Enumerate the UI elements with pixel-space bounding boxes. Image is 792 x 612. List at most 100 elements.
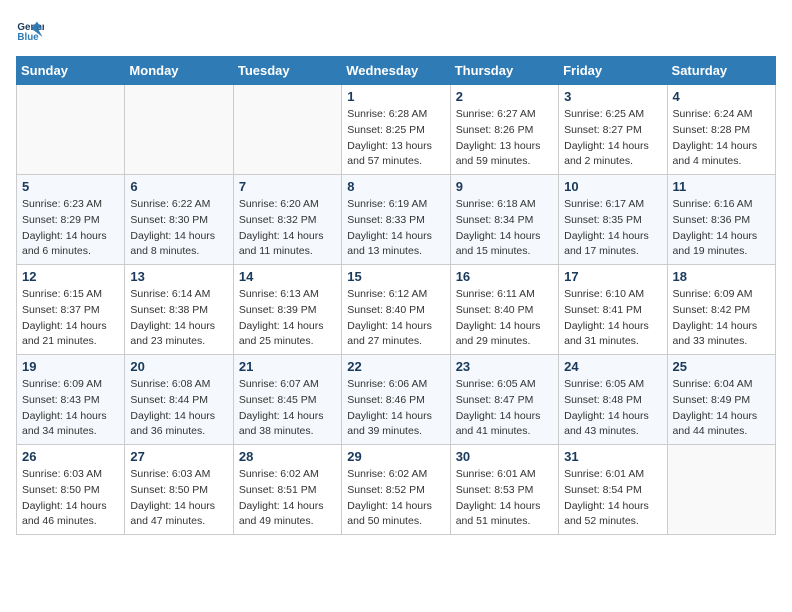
day-number: 17 xyxy=(564,269,661,284)
day-of-week-header: Monday xyxy=(125,57,233,85)
calendar-cell: 17 Sunrise: 6:10 AMSunset: 8:41 PMDayligh… xyxy=(559,265,667,355)
calendar-cell: 11Sunrise: 6:16 AMSunset: 8:36 PMDayligh… xyxy=(667,175,775,265)
page-header: General Blue xyxy=(16,16,776,44)
calendar-cell: 23 Sunrise: 6:05 AMSunset: 8:47 PMDayligh… xyxy=(450,355,558,445)
day-info: Sunrise: 6:05 AMSunset: 8:47 PMDaylight:… xyxy=(456,377,553,440)
day-info: Sunrise: 6:08 AMSunset: 8:44 PMDaylight:… xyxy=(130,377,227,440)
day-number: 16 xyxy=(456,269,553,284)
day-number: 23 xyxy=(456,359,553,374)
day-info: Sunrise: 6:09 AMSunset: 8:43 PMDaylight:… xyxy=(22,377,119,440)
day-number: 25 xyxy=(673,359,770,374)
day-info: Sunrise: 6:11 AMSunset: 8:40 PMDaylight:… xyxy=(456,287,553,350)
day-of-week-header: Saturday xyxy=(667,57,775,85)
day-info: Sunrise: 6:13 AMSunset: 8:39 PMDaylight:… xyxy=(239,287,336,350)
calendar-cell: 8 Sunrise: 6:19 AMSunset: 8:33 PMDaylight… xyxy=(342,175,450,265)
logo: General Blue xyxy=(16,16,44,44)
calendar-cell: 25 Sunrise: 6:04 AMSunset: 8:49 PMDayligh… xyxy=(667,355,775,445)
calendar-table: SundayMondayTuesdayWednesdayThursdayFrid… xyxy=(16,56,776,535)
day-number: 28 xyxy=(239,449,336,464)
day-info: Sunrise: 6:22 AMSunset: 8:30 PMDaylight:… xyxy=(130,197,227,260)
day-info: Sunrise: 6:01 AMSunset: 8:54 PMDaylight:… xyxy=(564,467,661,530)
day-info: Sunrise: 6:09 AMSunset: 8:42 PMDaylight:… xyxy=(673,287,770,350)
day-number: 20 xyxy=(130,359,227,374)
day-number: 2 xyxy=(456,89,553,104)
calendar-cell: 9 Sunrise: 6:18 AMSunset: 8:34 PMDaylight… xyxy=(450,175,558,265)
day-number: 29 xyxy=(347,449,444,464)
day-number: 27 xyxy=(130,449,227,464)
calendar-cell xyxy=(125,85,233,175)
day-info: Sunrise: 6:25 AMSunset: 8:27 PMDaylight:… xyxy=(564,107,661,170)
day-of-week-header: Sunday xyxy=(17,57,125,85)
day-info: Sunrise: 6:07 AMSunset: 8:45 PMDaylight:… xyxy=(239,377,336,440)
day-info: Sunrise: 6:17 AMSunset: 8:35 PMDaylight:… xyxy=(564,197,661,260)
calendar-cell: 26 Sunrise: 6:03 AMSunset: 8:50 PMDayligh… xyxy=(17,445,125,535)
day-number: 22 xyxy=(347,359,444,374)
day-info: Sunrise: 6:01 AMSunset: 8:53 PMDaylight:… xyxy=(456,467,553,530)
day-number: 3 xyxy=(564,89,661,104)
day-number: 10 xyxy=(564,179,661,194)
svg-text:Blue: Blue xyxy=(17,32,39,43)
day-number: 18 xyxy=(673,269,770,284)
day-info: Sunrise: 6:04 AMSunset: 8:49 PMDaylight:… xyxy=(673,377,770,440)
day-info: Sunrise: 6:02 AMSunset: 8:52 PMDaylight:… xyxy=(347,467,444,530)
calendar-cell xyxy=(17,85,125,175)
day-number: 12 xyxy=(22,269,119,284)
calendar-week-row: 19 Sunrise: 6:09 AMSunset: 8:43 PMDayligh… xyxy=(17,355,776,445)
day-number: 19 xyxy=(22,359,119,374)
day-number: 1 xyxy=(347,89,444,104)
day-info: Sunrise: 6:27 AMSunset: 8:26 PMDaylight:… xyxy=(456,107,553,170)
day-number: 4 xyxy=(673,89,770,104)
day-info: Sunrise: 6:16 AMSunset: 8:36 PMDaylight:… xyxy=(673,197,770,260)
day-info: Sunrise: 6:15 AMSunset: 8:37 PMDaylight:… xyxy=(22,287,119,350)
day-info: Sunrise: 6:24 AMSunset: 8:28 PMDaylight:… xyxy=(673,107,770,170)
calendar-cell: 6 Sunrise: 6:22 AMSunset: 8:30 PMDaylight… xyxy=(125,175,233,265)
calendar-week-row: 5 Sunrise: 6:23 AMSunset: 8:29 PMDaylight… xyxy=(17,175,776,265)
calendar-header-row: SundayMondayTuesdayWednesdayThursdayFrid… xyxy=(17,57,776,85)
calendar-cell: 16 Sunrise: 6:11 AMSunset: 8:40 PMDayligh… xyxy=(450,265,558,355)
calendar-cell xyxy=(233,85,341,175)
day-number: 30 xyxy=(456,449,553,464)
day-info: Sunrise: 6:28 AMSunset: 8:25 PMDaylight:… xyxy=(347,107,444,170)
day-number: 9 xyxy=(456,179,553,194)
calendar-cell: 18 Sunrise: 6:09 AMSunset: 8:42 PMDayligh… xyxy=(667,265,775,355)
day-number: 8 xyxy=(347,179,444,194)
day-number: 5 xyxy=(22,179,119,194)
day-info: Sunrise: 6:03 AMSunset: 8:50 PMDaylight:… xyxy=(22,467,119,530)
day-number: 6 xyxy=(130,179,227,194)
day-info: Sunrise: 6:12 AMSunset: 8:40 PMDaylight:… xyxy=(347,287,444,350)
calendar-cell: 12 Sunrise: 6:15 AMSunset: 8:37 PMDayligh… xyxy=(17,265,125,355)
day-info: Sunrise: 6:05 AMSunset: 8:48 PMDaylight:… xyxy=(564,377,661,440)
day-number: 13 xyxy=(130,269,227,284)
day-info: Sunrise: 6:20 AMSunset: 8:32 PMDaylight:… xyxy=(239,197,336,260)
day-of-week-header: Wednesday xyxy=(342,57,450,85)
day-info: Sunrise: 6:23 AMSunset: 8:29 PMDaylight:… xyxy=(22,197,119,260)
day-info: Sunrise: 6:18 AMSunset: 8:34 PMDaylight:… xyxy=(456,197,553,260)
calendar-cell: 20 Sunrise: 6:08 AMSunset: 8:44 PMDayligh… xyxy=(125,355,233,445)
calendar-week-row: 1 Sunrise: 6:28 AMSunset: 8:25 PMDaylight… xyxy=(17,85,776,175)
day-number: 26 xyxy=(22,449,119,464)
calendar-week-row: 26 Sunrise: 6:03 AMSunset: 8:50 PMDayligh… xyxy=(17,445,776,535)
calendar-cell: 1 Sunrise: 6:28 AMSunset: 8:25 PMDaylight… xyxy=(342,85,450,175)
calendar-cell xyxy=(667,445,775,535)
day-number: 24 xyxy=(564,359,661,374)
day-of-week-header: Friday xyxy=(559,57,667,85)
calendar-week-row: 12 Sunrise: 6:15 AMSunset: 8:37 PMDayligh… xyxy=(17,265,776,355)
calendar-cell: 29 Sunrise: 6:02 AMSunset: 8:52 PMDayligh… xyxy=(342,445,450,535)
calendar-cell: 27 Sunrise: 6:03 AMSunset: 8:50 PMDayligh… xyxy=(125,445,233,535)
calendar-cell: 3 Sunrise: 6:25 AMSunset: 8:27 PMDaylight… xyxy=(559,85,667,175)
calendar-cell: 19 Sunrise: 6:09 AMSunset: 8:43 PMDayligh… xyxy=(17,355,125,445)
calendar-cell: 7 Sunrise: 6:20 AMSunset: 8:32 PMDaylight… xyxy=(233,175,341,265)
logo-icon: General Blue xyxy=(16,16,44,44)
day-info: Sunrise: 6:10 AMSunset: 8:41 PMDaylight:… xyxy=(564,287,661,350)
calendar-cell: 30 Sunrise: 6:01 AMSunset: 8:53 PMDayligh… xyxy=(450,445,558,535)
day-number: 31 xyxy=(564,449,661,464)
day-number: 7 xyxy=(239,179,336,194)
day-info: Sunrise: 6:02 AMSunset: 8:51 PMDaylight:… xyxy=(239,467,336,530)
day-info: Sunrise: 6:14 AMSunset: 8:38 PMDaylight:… xyxy=(130,287,227,350)
day-of-week-header: Tuesday xyxy=(233,57,341,85)
day-of-week-header: Thursday xyxy=(450,57,558,85)
day-info: Sunrise: 6:03 AMSunset: 8:50 PMDaylight:… xyxy=(130,467,227,530)
calendar-cell: 15Sunrise: 6:12 AMSunset: 8:40 PMDayligh… xyxy=(342,265,450,355)
calendar-cell: 10 Sunrise: 6:17 AMSunset: 8:35 PMDayligh… xyxy=(559,175,667,265)
day-info: Sunrise: 6:19 AMSunset: 8:33 PMDaylight:… xyxy=(347,197,444,260)
